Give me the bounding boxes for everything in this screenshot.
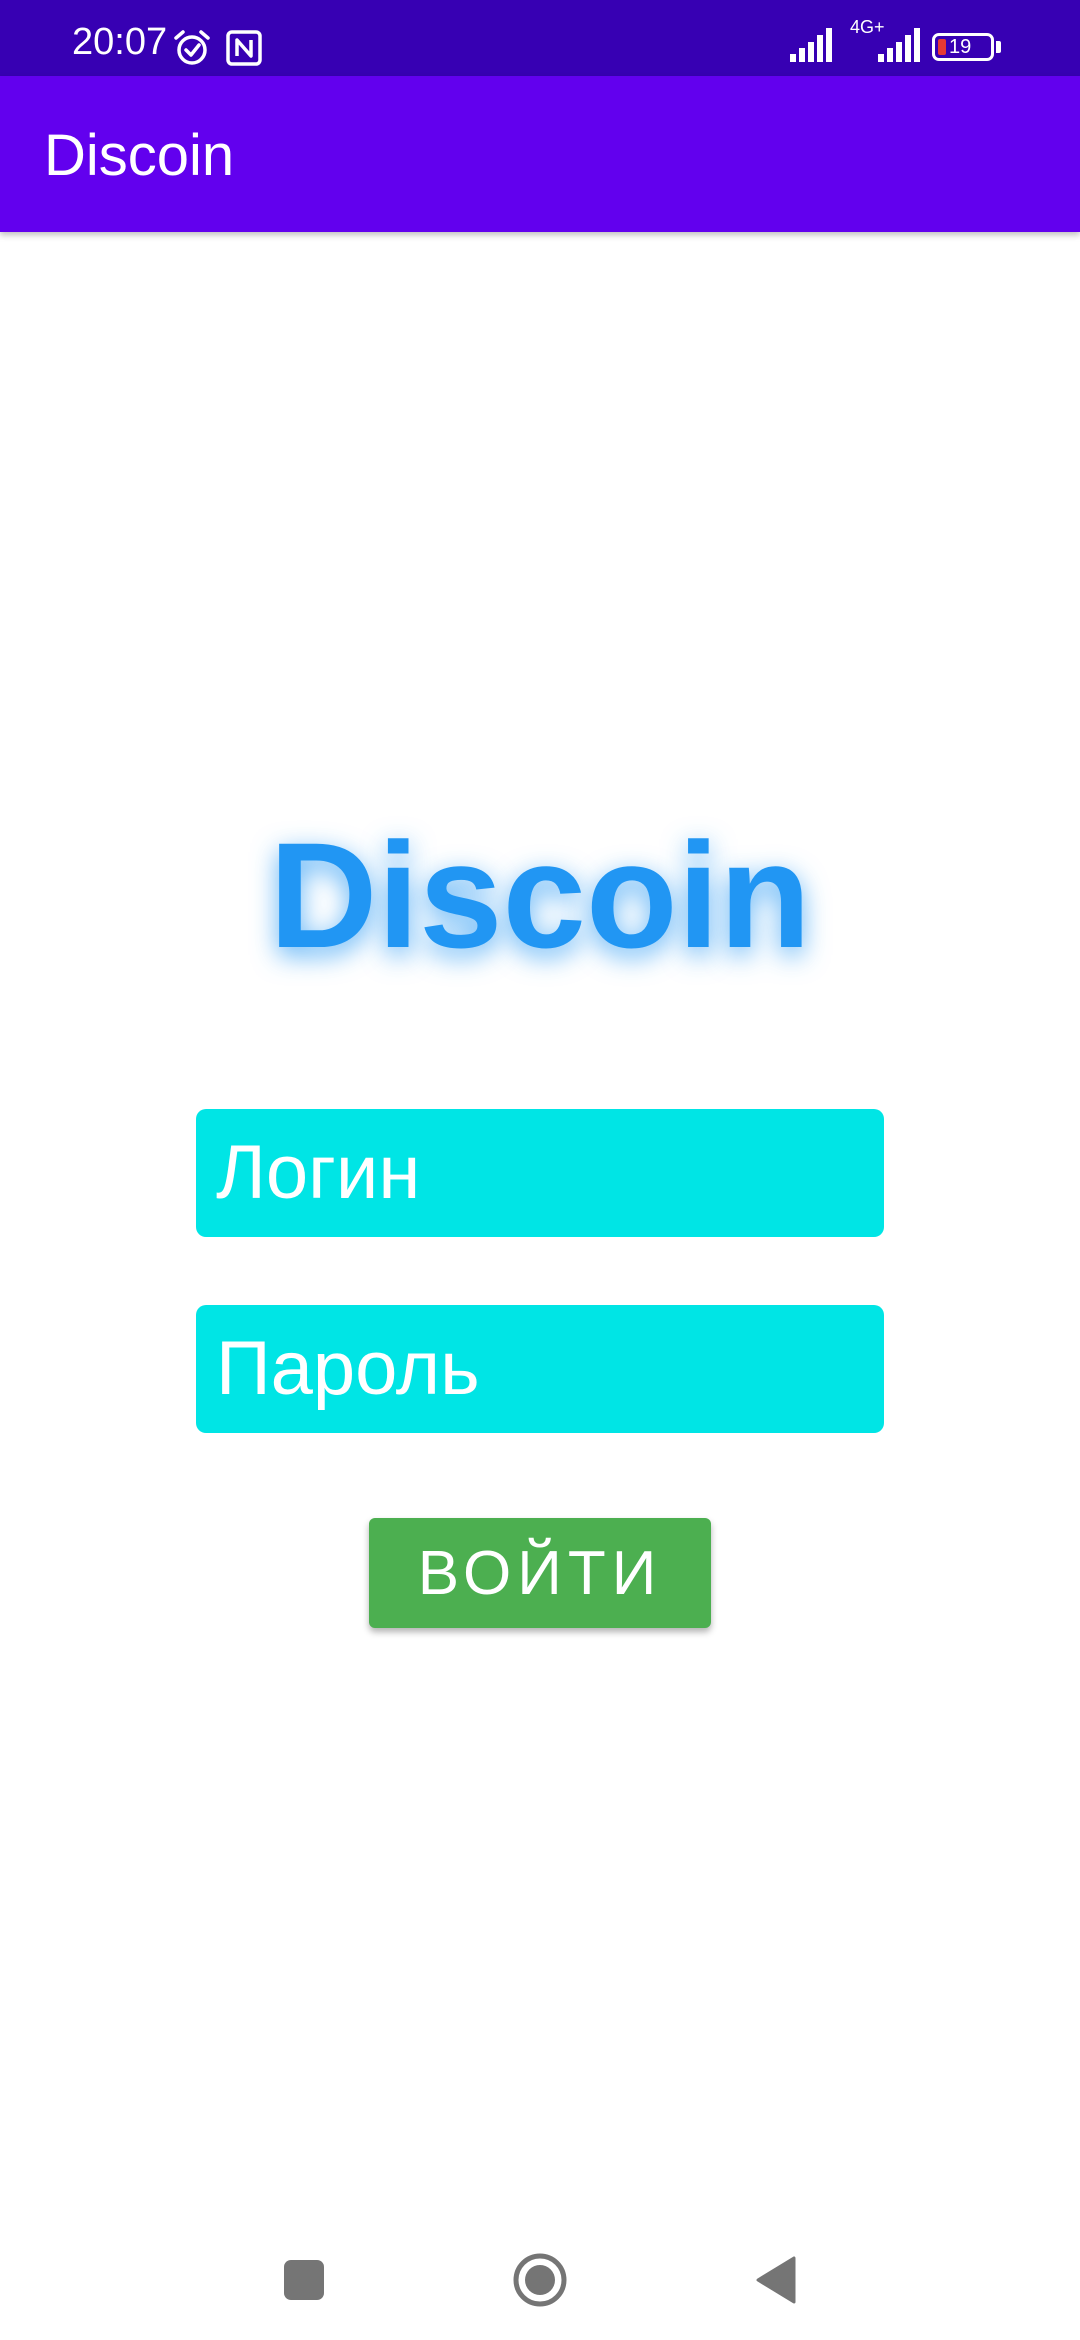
- battery-icon: 19: [932, 33, 994, 61]
- back-icon[interactable]: [744, 2248, 808, 2312]
- signal-icon: [878, 28, 920, 62]
- navigation-bar: [0, 2220, 1080, 2340]
- status-time: 20:07: [72, 21, 168, 63]
- app-bar: Discoin: [0, 76, 1080, 232]
- home-icon[interactable]: [508, 2248, 572, 2312]
- recents-icon[interactable]: [272, 2248, 336, 2312]
- signal-icon: [790, 28, 832, 62]
- login-screen: 20:07 4G+ 19 Discoin Discoin Логин ВОЙТИ: [0, 0, 1080, 2340]
- login-button[interactable]: Войти: [369, 1518, 711, 1628]
- password-input[interactable]: [196, 1305, 884, 1433]
- battery-level: [938, 39, 946, 55]
- alarm-icon: [174, 30, 210, 65]
- battery-tip: [996, 41, 1001, 53]
- app-logo-text: Discoin: [269, 811, 811, 979]
- app-bar-title: Discoin: [44, 123, 235, 188]
- battery-percent: 19: [949, 36, 972, 58]
- nfc-icon: [226, 30, 262, 66]
- status-bar: 20:07 4G+ 19: [0, 0, 1080, 76]
- login-input[interactable]: [196, 1109, 884, 1237]
